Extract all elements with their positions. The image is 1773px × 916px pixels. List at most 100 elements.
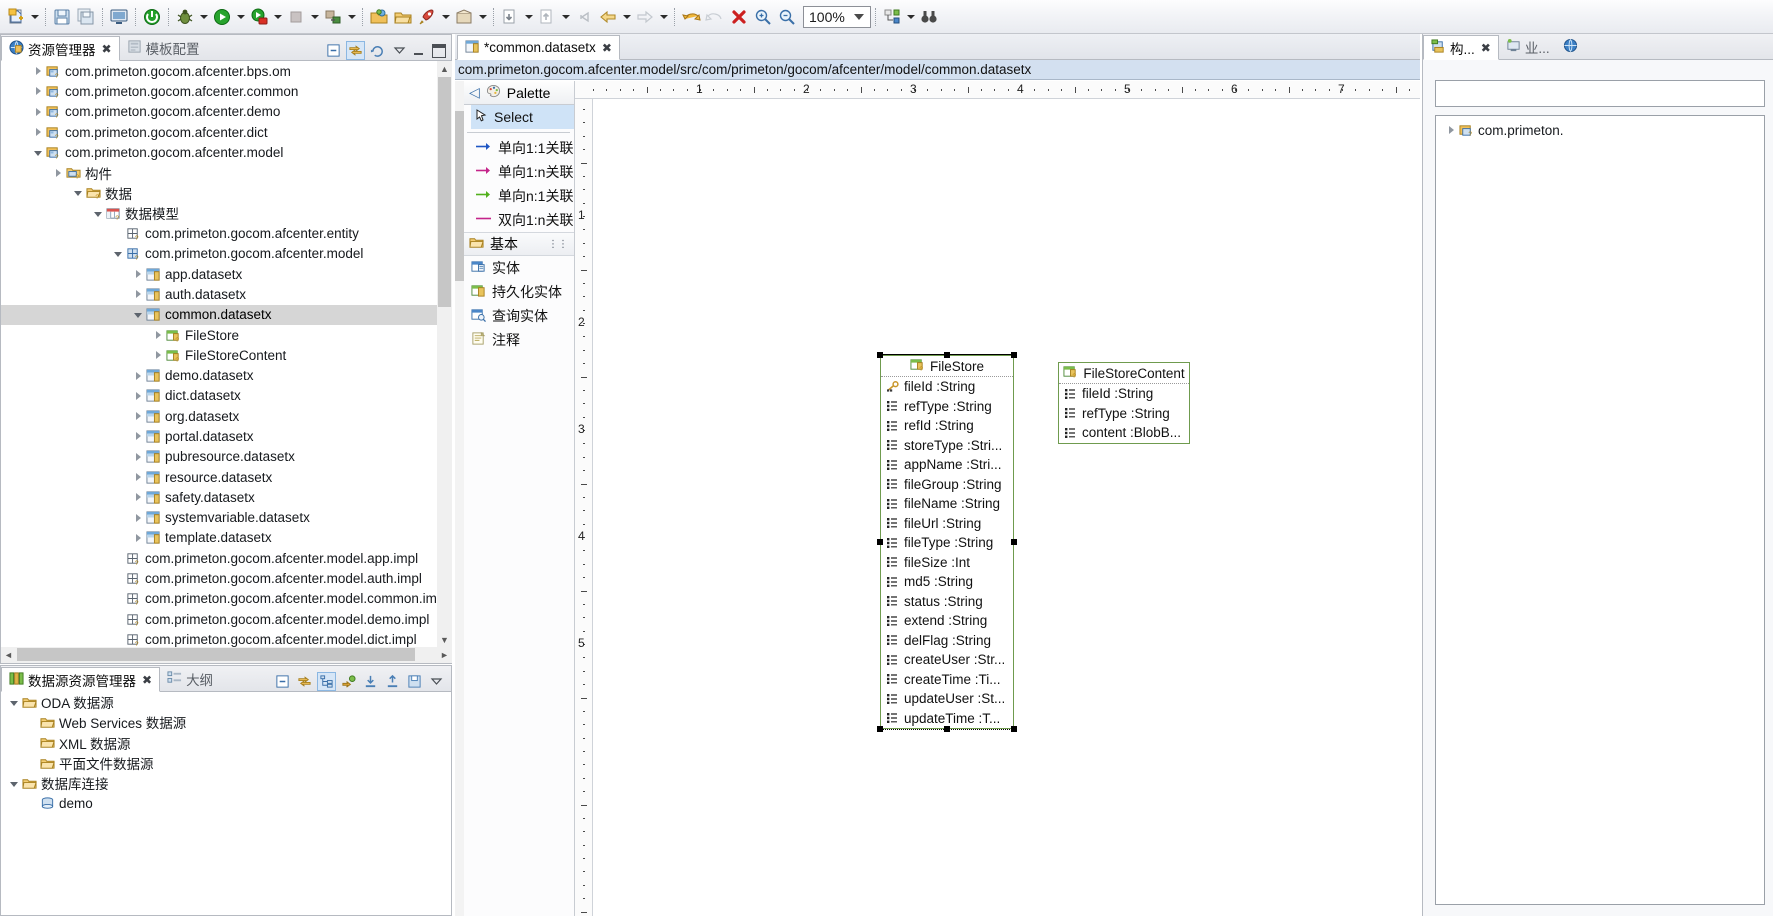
resize-handle[interactable] [1011, 352, 1017, 358]
import-ds-icon[interactable] [361, 672, 380, 691]
chevron-right-icon[interactable] [31, 128, 44, 136]
tree-row[interactable]: ?com.primeton.gocom.afcenter.model [1, 142, 437, 162]
palette-group-basic[interactable]: 基本 ⋮⋮ [463, 232, 574, 256]
back-dropdown[interactable] [620, 5, 633, 29]
rocket-dropdown[interactable] [439, 5, 452, 29]
package-icon[interactable] [452, 5, 476, 29]
scroll-up-arrow[interactable]: ▲ [437, 61, 452, 76]
tree-row[interactable]: resource.datasetx [1, 467, 437, 487]
save-icon[interactable] [50, 5, 74, 29]
tree-row[interactable]: Web Services 数据源 [1, 712, 451, 732]
chevron-right-icon[interactable] [131, 432, 144, 440]
tab-business[interactable]: 业... [1499, 34, 1557, 59]
entity-box[interactable]: ?FileStoreContentfileId :StringrefType :… [1058, 362, 1190, 444]
arrow-right-icon[interactable] [633, 5, 657, 29]
save-all-icon[interactable] [74, 5, 98, 29]
tree-row[interactable]: pubresource.datasetx [1, 447, 437, 467]
stop-dropdown[interactable] [308, 5, 321, 29]
tree-row[interactable]: ?构件 [1, 162, 437, 182]
scroll-right-arrow[interactable]: ► [437, 647, 452, 662]
export-dropdown[interactable] [559, 5, 572, 29]
new-file-dropdown[interactable] [28, 5, 41, 29]
scroll-thumb[interactable] [455, 111, 464, 281]
tree-row[interactable]: dict.datasetx [1, 386, 437, 406]
palette-basic-item[interactable]: 持久化实体 [463, 280, 574, 304]
close-icon[interactable]: ✖ [1481, 41, 1491, 55]
chevron-right-icon[interactable] [131, 493, 144, 501]
entity-attribute-row[interactable]: refType :String [1059, 404, 1189, 424]
tree-row[interactable]: ?com.primeton.gocom.afcenter.model [1, 244, 437, 264]
collapse-all-icon[interactable] [324, 41, 343, 60]
power-icon[interactable] [140, 5, 164, 29]
tab-common-datasetx[interactable]: *common.datasetx ✖ [457, 35, 620, 60]
palette-relation-item[interactable]: 单向1:n关联 [463, 160, 574, 184]
tree-row[interactable]: common.datasetx [1, 305, 437, 325]
tab-outline[interactable]: 大纲 [160, 666, 220, 691]
palette-basic-item[interactable]: 注释 [463, 328, 574, 352]
pin-icon[interactable]: ⋮⋮ [548, 239, 574, 250]
view-menu-icon[interactable] [390, 41, 409, 60]
palette-relation-item[interactable]: 单向n:1关联 [463, 184, 574, 208]
tree-row[interactable]: auth.datasetx [1, 284, 437, 304]
entity-attribute-row[interactable]: content :BlobB... [1059, 423, 1189, 443]
scroll-thumb[interactable] [438, 77, 451, 307]
chevron-right-icon[interactable] [131, 453, 144, 461]
tree-row[interactable]: demo.datasetx [1, 365, 437, 385]
tab-datasource-explorer[interactable]: 数据源资源管理器 ✖ [1, 667, 160, 692]
tree-row[interactable]: ?com.primeton.gocom.afcenter.model.dict.… [1, 629, 437, 647]
export-ds-icon[interactable] [383, 672, 402, 691]
new-file-icon[interactable] [4, 5, 28, 29]
tree-row[interactable]: ODA 数据源 [1, 692, 451, 712]
right-panel-search-input[interactable] [1435, 80, 1765, 107]
palette-relation-item[interactable]: 单向1:1关联 [463, 136, 574, 160]
profile-dropdown[interactable] [271, 5, 284, 29]
open-folder-icon[interactable] [367, 5, 391, 29]
tree-row[interactable]: XML 数据源 [1, 733, 451, 753]
editor-left-scrollbar[interactable] [455, 81, 464, 916]
bug-dropdown[interactable] [197, 5, 210, 29]
tree-row[interactable]: 数据库连接 [1, 773, 451, 793]
folder-icon[interactable] [391, 5, 415, 29]
chevron-right-icon[interactable] [131, 392, 144, 400]
chevron-right-icon[interactable] [31, 87, 44, 95]
resize-handle[interactable] [877, 539, 883, 545]
tree-view-icon[interactable] [317, 672, 336, 691]
chevron-right-icon[interactable] [1444, 126, 1457, 134]
tree-row[interactable]: ?com.primeton.gocom.afcenter.demo [1, 102, 437, 122]
explorer-tree[interactable]: ?com.primeton.gocom.afcenter.bps.om?com.… [1, 61, 437, 647]
palette-basic-item[interactable]: 查询实体 [463, 304, 574, 328]
chevron-right-icon[interactable] [131, 514, 144, 522]
tree-row[interactable]: ?数据 [1, 183, 437, 203]
tree-row[interactable]: safety.datasetx [1, 487, 437, 507]
deploy-dropdown[interactable] [345, 5, 358, 29]
tree-row[interactable]: ?com.primeton.gocom.afcenter.dict [1, 122, 437, 142]
chevron-right-icon[interactable] [51, 169, 64, 177]
chevron-down-icon[interactable] [71, 189, 84, 196]
perspective-icon[interactable] [880, 5, 904, 29]
chevron-right-icon[interactable] [131, 534, 144, 542]
tree-row[interactable]: ?com.primeton.gocom.afcenter.entity [1, 223, 437, 243]
tree-row[interactable]: ?数据模型 [1, 203, 437, 223]
zoom-in-icon[interactable] [751, 5, 775, 29]
entity-header[interactable]: ?FileStoreContent [1059, 363, 1189, 384]
tab-resource-explorer[interactable]: 资源管理器 ✖ [1, 36, 120, 61]
forward-dropdown[interactable] [657, 5, 670, 29]
close-icon[interactable]: ✖ [102, 42, 112, 56]
tree-row[interactable]: systemvariable.datasetx [1, 508, 437, 528]
tree-row[interactable]: template.datasetx [1, 528, 437, 548]
tree-row[interactable]: ?com.primeton.gocom.afcenter.model.auth.… [1, 568, 437, 588]
refresh-icon[interactable] [368, 41, 387, 60]
right-panel-tree[interactable]: ? com.primeton. [1435, 115, 1765, 905]
chevron-down-icon[interactable] [91, 210, 104, 217]
link-editor-icon[interactable] [346, 41, 365, 60]
tree-row[interactable]: ?FileStoreContent [1, 345, 437, 365]
tree-row[interactable]: ?com.primeton.gocom.afcenter.model.app.i… [1, 548, 437, 568]
view-menu-icon[interactable] [427, 672, 446, 691]
chevron-right-icon[interactable] [151, 351, 164, 359]
bug-icon[interactable] [173, 5, 197, 29]
deploy-icon[interactable] [321, 5, 345, 29]
rocket-icon[interactable] [415, 5, 439, 29]
collapse-all-icon[interactable] [273, 672, 292, 691]
palette-relation-item[interactable]: 双向1:n关联 [463, 208, 574, 232]
chevron-right-icon[interactable] [151, 331, 164, 339]
